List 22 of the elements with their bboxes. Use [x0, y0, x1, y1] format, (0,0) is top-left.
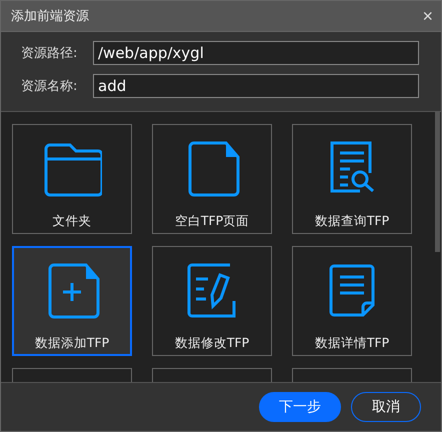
template-tile[interactable]: 数据详情TFP — [292, 246, 412, 356]
template-tile[interactable]: 数据修改TFP — [152, 246, 272, 356]
folder-icon — [42, 141, 102, 197]
field-label: 资源路径: — [21, 45, 78, 62]
template-tile[interactable]: 空白TFP页面 — [152, 124, 272, 234]
input-field[interactable]: add — [93, 74, 419, 98]
tile-label: 数据修改TFP — [174, 335, 250, 352]
template-tile[interactable]: 数据添加TFP — [12, 246, 132, 356]
scrollbar[interactable] — [435, 112, 440, 252]
tile-label: 文件夹 — [52, 213, 92, 230]
next-button[interactable]: 下一步 — [259, 392, 341, 422]
close-button[interactable]: × — [418, 7, 437, 25]
input-field[interactable]: /web/app/xygl — [93, 41, 419, 65]
field-label: 资源名称: — [21, 78, 78, 95]
tile-label: 数据添加TFP — [34, 335, 110, 352]
tile-label: 数据详情TFP — [314, 335, 390, 352]
template-tile[interactable]: 数据查询TFP — [292, 124, 412, 234]
template-tile[interactable]: 文件夹 — [12, 124, 132, 234]
tile-label: 空白TFP页面 — [174, 213, 250, 230]
cancel-button[interactable]: 取消 — [351, 392, 421, 422]
tile-label: 数据查询TFP — [314, 213, 390, 230]
window-title: 添加前端资源 — [11, 8, 89, 25]
